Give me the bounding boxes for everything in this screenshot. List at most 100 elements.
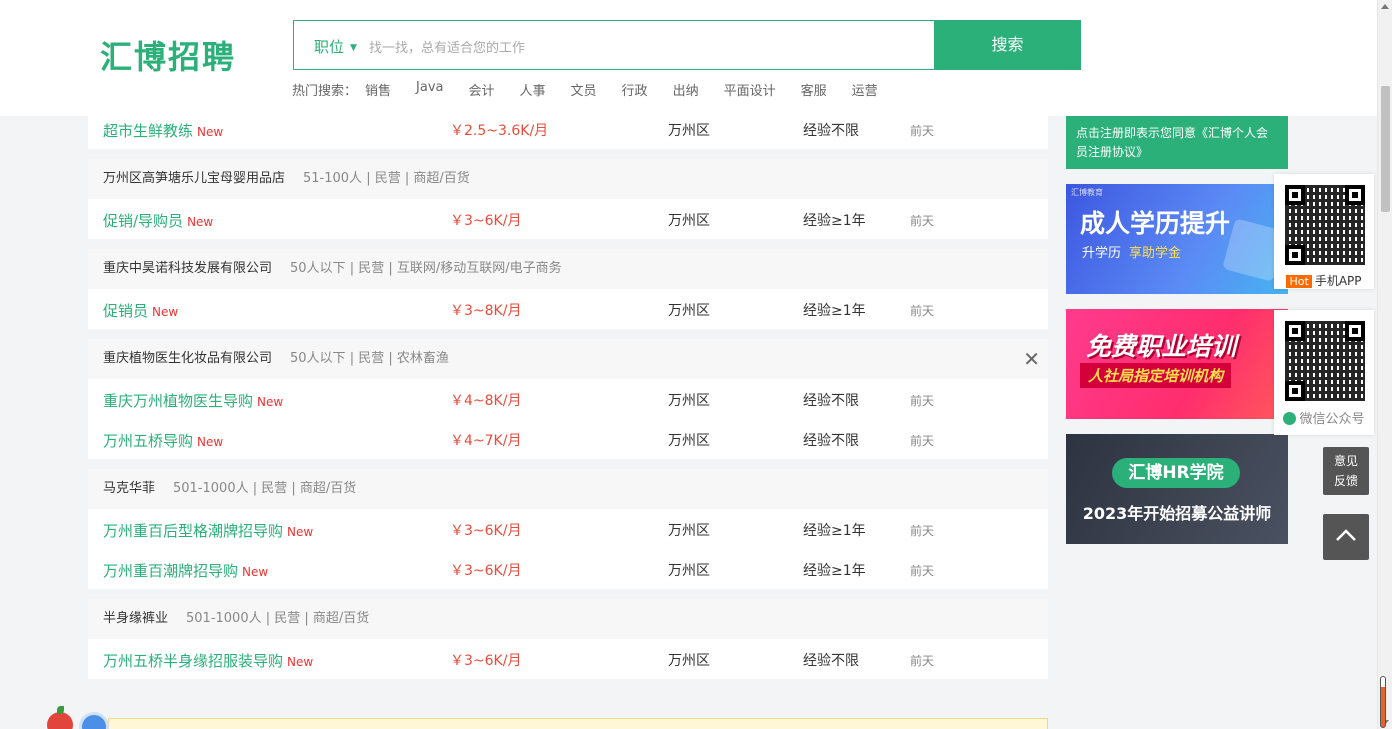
job-row[interactable]: 促销/导购员 New ￥3~6K/月 万州区 经验≥1年 前天 [88,199,1048,239]
qr-finder-icon [1285,185,1305,205]
qr-card-wechat[interactable]: 微信公众号 [1274,310,1374,435]
scroll-up-arrow-icon[interactable] [1381,4,1389,9]
feedback-label: 意见 [1333,454,1358,468]
qr-label: 微信公众号 [1274,408,1374,427]
job-area: 万州区 [668,393,710,409]
job-title-link[interactable]: 万州重百潮牌招导购 New [103,560,268,581]
job-time: 前天 [910,394,935,408]
job-salary: ￥3~6K/月 [450,653,522,669]
job-experience: 经验≥1年 [803,213,866,229]
job-salary: ￥3~6K/月 [450,213,522,229]
search-input[interactable]: 找一找，总有适合您的工作 [369,37,525,56]
job-title-link[interactable]: 万州重百后型格潮牌招导购 New [103,520,313,541]
job-title-link[interactable]: 超市生鲜教练 New [103,120,223,141]
new-badge: New [152,305,179,319]
company-name-link[interactable]: 万州区高笋塘乐儿宝母婴用品店 [103,171,285,186]
job-salary: ￥4~7K/月 [450,433,522,449]
job-row[interactable]: 促销员 New ￥3~8K/月 万州区 经验≥1年 前天 [88,289,1048,329]
chevron-up-icon [1336,529,1356,541]
feedback-button[interactable]: 意见 反馈 [1323,447,1369,495]
qr-card-app[interactable]: Hot 手机APP [1274,174,1374,289]
job-experience: 经验不限 [803,123,859,139]
banner-title: 汇博HR学院 [1112,458,1240,488]
site-logo[interactable]: 汇博招聘 [100,32,236,78]
job-title[interactable]: 万州重百后型格潮牌招导购 [103,522,283,540]
job-title-link[interactable]: 促销员 New [103,300,178,321]
company-block: 半身缘裤业 501-1000人 | 民营 | 商超/百货 万州五桥半身缘招服装导购… [88,599,1048,679]
job-row[interactable]: 重庆万州植物医生导购 New ￥4~8K/月 万州区 经验不限 前天 [88,379,1048,419]
hot-keyword[interactable]: 平面设计 [724,80,776,99]
register-agreement-note[interactable]: 点击注册即表示您同意《汇博个人会员注册协议》 [1066,116,1288,169]
company-info: 501-1000人 | 民营 | 商超/百货 [186,611,370,626]
search-category-select[interactable]: 职位 ▼ [314,36,357,57]
hot-keyword[interactable]: 会计 [469,80,495,99]
company-header: 万州区高笋塘乐儿宝母婴用品店 51-100人 | 民营 | 商超/百货 [88,159,1048,199]
job-list: 超市生鲜教练 New ￥2.5~3.6K/月 万州区 经验不限 前天 万州区高笋塘… [88,109,1048,689]
hot-keyword[interactable]: 人事 [520,80,546,99]
hot-keyword[interactable]: 出纳 [673,80,699,99]
job-title[interactable]: 促销员 [103,302,148,320]
job-title[interactable]: 万州五桥半身缘招服装导购 [103,652,283,670]
scrollbar-thumb[interactable] [1381,86,1390,212]
apple-float-icon[interactable] [47,706,73,729]
job-title[interactable]: 万州五桥导购 [103,432,193,450]
job-area: 万州区 [668,213,710,229]
job-title[interactable]: 重庆万州植物医生导购 [103,392,253,410]
page-scrollbar[interactable] [1377,0,1392,729]
job-experience: 经验不限 [803,393,859,409]
hot-keyword[interactable]: 客服 [801,80,827,99]
banner-training[interactable]: 免费职业培训 人社局指定培训机构 [1066,309,1288,419]
hot-tag: Hot [1286,275,1312,288]
new-badge: New [187,215,214,229]
job-area: 万州区 [668,123,710,139]
job-row[interactable]: 万州重百后型格潮牌招导购 New ￥3~6K/月 万州区 经验≥1年 前天 [88,509,1048,549]
job-experience: 经验不限 [803,653,859,669]
job-time: 前天 [910,654,935,668]
company-header: 重庆中昊诺科技发展有限公司 50人以下 | 民营 | 互联网/移动互联网/电子商务 [88,249,1048,289]
hot-keyword[interactable]: 文员 [571,80,597,99]
job-title[interactable]: 促销/导购员 [103,212,183,230]
company-name-link[interactable]: 重庆植物医生化妆品有限公司 [103,351,272,366]
assistant-float-icon[interactable] [79,712,109,729]
job-title[interactable]: 万州重百潮牌招导购 [103,562,238,580]
banner-brand: 汇博教育 [1071,188,1103,197]
company-name-link[interactable]: 重庆中昊诺科技发展有限公司 [103,261,272,276]
qr-finder-icon [1285,245,1305,265]
hot-keyword[interactable]: 销售 [365,80,391,99]
company-name-link[interactable]: 马克华菲 [103,481,155,496]
job-row[interactable]: 万州五桥导购 New ￥4~7K/月 万州区 经验不限 前天 [88,419,1048,459]
job-row[interactable]: 万州重百潮牌招导购 New ￥3~6K/月 万州区 经验≥1年 前天 [88,549,1048,589]
job-time: 前天 [910,434,935,448]
company-info: 50人以下 | 民营 | 互联网/移动互联网/电子商务 [290,261,562,276]
search-bar: 职位 ▼ 找一找，总有适合您的工作 搜索 [293,20,1081,70]
company-header: 马克华菲 501-1000人 | 民营 | 商超/百货 [88,469,1048,509]
close-icon[interactable]: ✕ [1023,339,1040,379]
qr-label-text: 手机APP [1314,274,1362,288]
company-info: 51-100人 | 民营 | 商超/百货 [303,171,470,186]
banner-highlight: 享助学金 [1129,246,1182,261]
banner-hr-academy[interactable]: 汇博HR学院 2023年开始招募公益讲师 [1066,434,1288,544]
job-title-link[interactable]: 万州五桥导购 New [103,430,223,451]
new-badge: New [287,655,314,669]
hot-keyword[interactable]: 运营 [852,80,878,99]
job-time: 前天 [910,524,935,538]
job-experience: 经验≥1年 [803,523,866,539]
job-experience: 经验≥1年 [803,303,866,319]
job-row[interactable]: 万州五桥半身缘招服装导购 New ￥3~6K/月 万州区 经验不限 前天 [88,639,1048,679]
banner-education[interactable]: 汇博教育 成人学历提升 升学历 享助学金 [1066,184,1288,294]
company-header: 重庆植物医生化妆品有限公司 50人以下 | 民营 | 农林畜渔 ✕ [88,339,1048,379]
job-title-link[interactable]: 重庆万州植物医生导购 New [103,390,283,411]
back-to-top-button[interactable] [1323,514,1369,560]
feedback-label: 反馈 [1333,474,1358,488]
hot-keyword[interactable]: Java [416,80,443,99]
search-button[interactable]: 搜索 [934,20,1081,70]
hot-keyword[interactable]: 行政 [622,80,648,99]
site-header: 汇博招聘 职位 ▼ 找一找，总有适合您的工作 搜索 热门搜索： 销售 Java 会… [0,0,1377,116]
company-name-link[interactable]: 半身缘裤业 [103,611,168,626]
job-title[interactable]: 超市生鲜教练 [103,122,193,140]
banner-title: 成人学历提升 [1080,209,1231,238]
job-area: 万州区 [668,653,710,669]
job-title-link[interactable]: 万州五桥半身缘招服装导购 New [103,650,313,671]
job-title-link[interactable]: 促销/导购员 New [103,210,213,231]
new-badge: New [287,525,314,539]
